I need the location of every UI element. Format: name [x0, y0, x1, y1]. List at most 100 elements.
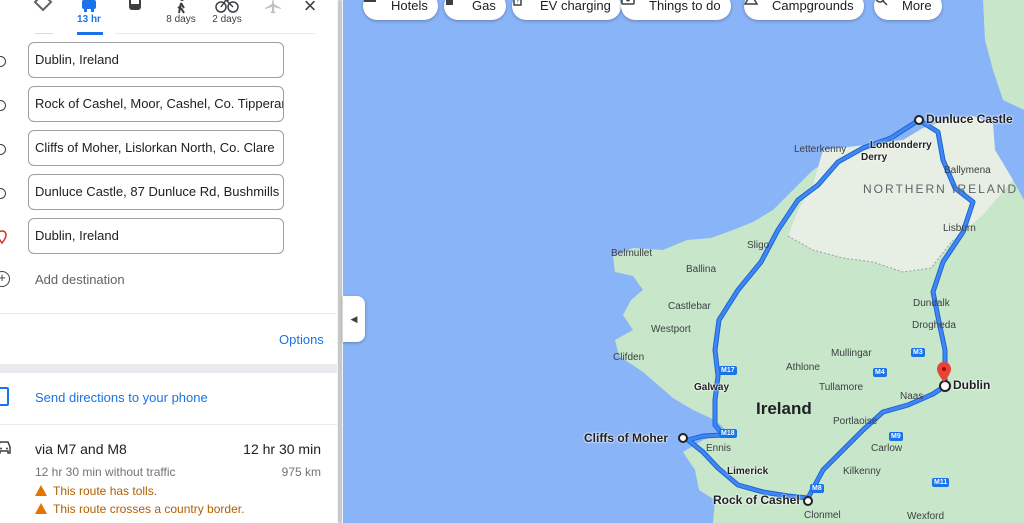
campground-icon [744, 0, 758, 5]
phone-icon [0, 387, 9, 406]
map-label-town: Galway [694, 382, 730, 393]
destination-pin-icon [0, 230, 7, 244]
divider [0, 313, 343, 314]
stop-dot-icon [0, 56, 6, 67]
stop-input-2[interactable]: Rock of Cashel, Moor, Cashel, Co. Tipper… [28, 86, 284, 122]
mode-divider [115, 33, 315, 34]
border-warning: This route crosses a country border. [35, 502, 244, 516]
map-label-dublin[interactable]: Dublin [953, 378, 990, 392]
map-label-town: Tullamore [819, 382, 864, 393]
active-mode-underline [77, 32, 103, 35]
stop-input-4[interactable]: Dunluce Castle, 87 Dunluce Rd, Bushmills [28, 174, 284, 210]
map-label-town: Castlebar [668, 301, 711, 312]
map-label-cliffs[interactable]: Cliffs of Moher [584, 431, 668, 445]
mode-car[interactable]: 13 hr [66, 0, 112, 34]
map-label-town: Drogheda [912, 320, 956, 331]
map-label-cashel[interactable]: Rock of Cashel [713, 493, 800, 507]
chip-things-to-do[interactable]: Things to do [621, 0, 731, 20]
chip-ev-charging[interactable]: EV charging [512, 0, 621, 20]
directions-panel: 13 hr 8 days 2 days × Dublin, Ireland Ro… [0, 0, 343, 523]
add-destination-button[interactable]: Add destination [35, 272, 125, 287]
route-duration: 12 hr 30 min [243, 441, 321, 457]
chip-hotels[interactable]: Hotels [363, 0, 438, 20]
send-directions-link[interactable]: Send directions to your phone [35, 390, 208, 405]
road-shield: M3 [911, 348, 925, 357]
dunluce-marker [914, 115, 924, 125]
chip-gas[interactable]: Gas [444, 0, 506, 20]
bus-icon [129, 0, 141, 10]
mode-flight[interactable] [250, 0, 296, 34]
chip-more[interactable]: More [874, 0, 942, 20]
map-label-dunluce[interactable]: Dunluce Castle [926, 112, 1013, 126]
stop-dot-icon [0, 144, 6, 155]
road-shield: M18 [719, 429, 737, 438]
divider [0, 424, 343, 425]
mode-best[interactable] [20, 0, 66, 34]
map-label-town: Clifden [613, 352, 645, 363]
map-label-town: Wexford [907, 511, 945, 522]
diamond-route-icon [33, 0, 53, 12]
stop-input-destination[interactable]: Dublin, Ireland [28, 218, 284, 254]
chip-campgrounds[interactable]: Campgrounds [744, 0, 864, 20]
mode-divider [35, 33, 53, 34]
bed-icon [364, 0, 376, 2]
scrollbar-thumb[interactable] [338, 0, 342, 523]
road-shield: M8 [810, 484, 824, 493]
stop-dot-icon [0, 100, 6, 111]
gas-pump-icon [446, 0, 453, 5]
map-label-town: Clonmel [804, 510, 841, 521]
map-canvas[interactable]: Hotels Gas EV charging Things to do Camp… [343, 0, 1024, 523]
add-destination-icon[interactable]: + [0, 271, 10, 287]
map-label-town: Westport [651, 324, 691, 335]
route-distance: 975 km [281, 465, 321, 479]
map-label-town: Limerick [727, 466, 769, 477]
map-label-town: Carlow [871, 443, 903, 454]
map-label-northern-ireland: NORTHERN IRELAND [863, 182, 1019, 196]
map-label-town: Letterkenny [794, 144, 847, 155]
route-traffic-note: 12 hr 30 min without traffic [35, 465, 176, 479]
map-label-town: Portlaoise [833, 416, 878, 427]
road-shield: M17 [719, 366, 737, 375]
map-label-town: Ballina [686, 264, 717, 275]
car-icon [0, 441, 11, 454]
close-icon[interactable]: × [298, 0, 322, 20]
options-button[interactable]: Options [279, 332, 324, 347]
map-label-town: Londonderry [870, 140, 932, 151]
car-icon [82, 0, 96, 12]
cashel-marker [803, 496, 813, 506]
map-graphics [613, 0, 1024, 523]
map-label-town: Derry [861, 152, 888, 163]
map-label-ireland: Ireland [756, 399, 812, 418]
map-label-town: Sligo [747, 240, 770, 251]
stop-input-start[interactable]: Dublin, Ireland [28, 42, 284, 78]
collapse-panel-button[interactable]: ◀ [343, 296, 365, 342]
airplane-icon [265, 0, 281, 13]
warning-icon [35, 485, 47, 496]
map-label-town: Ballymena [944, 165, 991, 176]
toll-warning: This route has tolls. [35, 484, 157, 498]
search-icon [875, 0, 888, 6]
map-label-town: Naas [900, 391, 924, 402]
stop-input-3[interactable]: Cliffs of Moher, Lislorkan North, Co. Cl… [28, 130, 284, 166]
road-shield: M9 [889, 432, 903, 441]
walking-icon [177, 0, 185, 14]
camera-icon [621, 0, 635, 5]
mode-bike[interactable]: 2 days [204, 0, 250, 34]
map-label-town: Belmullet [611, 248, 653, 259]
map-label-town: Lisburn [943, 223, 976, 234]
travel-mode-bar: 13 hr 8 days 2 days × [0, 0, 343, 35]
map-label-town: Athlone [786, 362, 820, 373]
section-divider [0, 364, 343, 373]
map-label-town: Mullingar [831, 348, 872, 359]
ev-charging-icon [513, 0, 522, 6]
bicycle-icon [215, 0, 239, 13]
mode-transit[interactable] [112, 0, 158, 34]
warning-icon [35, 503, 47, 514]
dublin-marker [939, 380, 951, 392]
chevron-left-icon: ◀ [350, 314, 358, 324]
cliffs-marker [678, 433, 688, 443]
scotland-landmass [983, 0, 1024, 110]
map-label-town: Ennis [706, 443, 732, 454]
route-title[interactable]: via M7 and M8 [35, 441, 127, 457]
mode-walk[interactable]: 8 days [158, 0, 204, 34]
